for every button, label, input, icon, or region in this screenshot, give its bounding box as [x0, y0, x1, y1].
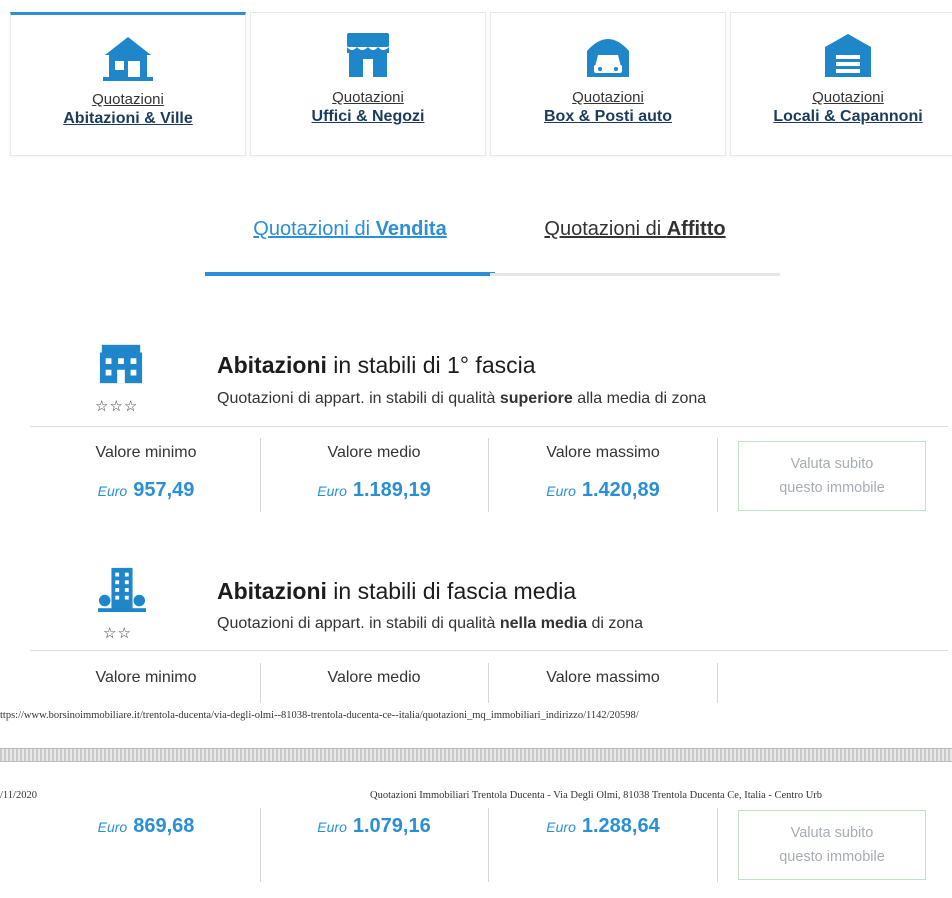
section-title-rest: in stabili di fascia media: [326, 578, 577, 604]
price-value: 1.079,16: [352, 815, 431, 837]
subtitle-pre: Quotazioni di appart. in stabili di qual…: [217, 615, 500, 632]
garage-car-icon: [587, 39, 629, 77]
quality-stars: ☆☆: [103, 625, 132, 642]
subtitle-post: di zona: [587, 615, 644, 632]
subtitle-bold: nella media: [499, 615, 587, 632]
value-medio: Euro 1.189,19: [261, 479, 487, 502]
subtitle-bold: superiore: [499, 390, 573, 407]
label-valore-medio: Valore medio: [327, 444, 421, 461]
tab-prefix: Quotazioni di: [544, 218, 667, 240]
category-title[interactable]: Locali & Capannoni: [731, 108, 952, 126]
building-tall-icon: [98, 567, 146, 613]
price-value: 1.288,64: [581, 815, 660, 837]
tab-bold-label: Affitto: [666, 218, 726, 240]
category-kicker: Quotazioni: [812, 89, 884, 106]
value-minimo: Euro 957,49: [33, 479, 259, 502]
column-separator: [717, 663, 718, 703]
tab-prefix: Quotazioni di: [253, 218, 376, 240]
print-header-title: Quotazioni Immobiliari Trentola Ducenta …: [370, 790, 823, 801]
shop-icon: [347, 33, 389, 77]
value-massimo: Euro 1.420,89: [490, 479, 716, 502]
section-title-bold: Abitazioni: [217, 352, 327, 378]
label-valore-minimo: Valore minimo: [95, 669, 197, 686]
subtitle-pre: Quotazioni di appart. in stabili di qual…: [217, 390, 500, 407]
category-card-uffici[interactable]: Quotazioni Uffici & Negozi: [250, 12, 486, 156]
house-icon: [103, 37, 153, 81]
quality-stars: ☆☆☆: [95, 398, 139, 415]
category-kicker: Quotazioni: [572, 89, 644, 106]
column-separator: [260, 438, 261, 512]
column-separator: [488, 663, 489, 703]
category-card-abitazioni[interactable]: Quotazioni Abitazioni & Ville: [10, 12, 246, 156]
section-divider: [30, 650, 948, 651]
category-card-locali[interactable]: Quotazioni Locali & Capannoni: [730, 12, 952, 156]
category-title[interactable]: Uffici & Negozi: [251, 108, 485, 126]
button-line1: Valuta subito: [790, 825, 874, 841]
currency-label: Euro: [317, 819, 347, 835]
currency-label: Euro: [317, 483, 347, 499]
section-title: Abitazioni in stabili di 1° fascia: [217, 352, 536, 379]
column-separator: [717, 438, 718, 512]
button-line1: Valuta subito: [790, 456, 874, 472]
building-low-icon: [99, 344, 143, 384]
label-valore-massimo: Valore massimo: [546, 669, 660, 686]
label-valore-minimo: Valore minimo: [95, 444, 197, 461]
button-line2: questo immobile: [779, 480, 885, 496]
warehouse-icon: [825, 34, 871, 77]
price-value: 957,49: [133, 479, 195, 501]
section-title: Abitazioni in stabili di fascia media: [217, 578, 576, 605]
category-kicker: Quotazioni: [92, 91, 164, 108]
button-line2: questo immobile: [779, 849, 885, 865]
category-card-box[interactable]: Quotazioni Box & Posti auto: [490, 12, 726, 156]
valuta-immobile-button[interactable]: Valuta subito questo immobile: [738, 441, 926, 511]
column-separator: [260, 808, 261, 882]
column-separator: [488, 438, 489, 512]
section-subtitle: Quotazioni di appart. in stabili di qual…: [217, 390, 706, 408]
price-value: 1.420,89: [581, 479, 660, 501]
tab-affitto[interactable]: Quotazioni di Affitto: [490, 218, 780, 276]
section-divider: [30, 426, 948, 427]
column-separator: [260, 663, 261, 703]
section-subtitle: Quotazioni di appart. in stabili di qual…: [217, 615, 643, 633]
category-title[interactable]: Abitazioni & Ville: [11, 110, 245, 128]
label-valore-massimo: Valore massimo: [546, 444, 660, 461]
tab-bold-label: Vendita: [375, 218, 447, 240]
currency-label: Euro: [97, 483, 128, 499]
price-value: 1.189,19: [352, 479, 431, 501]
category-kicker: Quotazioni: [332, 89, 404, 106]
tab-vendita[interactable]: Quotazioni di Vendita: [205, 218, 495, 276]
value-minimo: Euro 869,68: [33, 815, 259, 838]
section-title-bold: Abitazioni: [217, 578, 327, 604]
print-footer-url: ttps://www.borsinoimmobiliare.it/trentol…: [0, 710, 639, 721]
currency-label: Euro: [97, 819, 128, 835]
column-separator: [717, 808, 718, 882]
value-massimo: Euro 1.288,64: [490, 815, 716, 838]
currency-label: Euro: [546, 819, 576, 835]
subtitle-post: alla media di zona: [572, 390, 707, 407]
page-break: [0, 748, 952, 762]
category-title[interactable]: Box & Posti auto: [491, 108, 725, 126]
valuta-immobile-button[interactable]: Valuta subito questo immobile: [738, 810, 926, 880]
currency-label: Euro: [546, 483, 576, 499]
price-value: 869,68: [133, 815, 195, 837]
label-valore-medio: Valore medio: [327, 669, 421, 686]
section-title-rest: in stabili di 1° fascia: [326, 352, 536, 378]
print-header-date: /11/2020: [0, 790, 37, 801]
value-medio: Euro 1.079,16: [261, 815, 487, 838]
column-separator: [488, 808, 489, 882]
